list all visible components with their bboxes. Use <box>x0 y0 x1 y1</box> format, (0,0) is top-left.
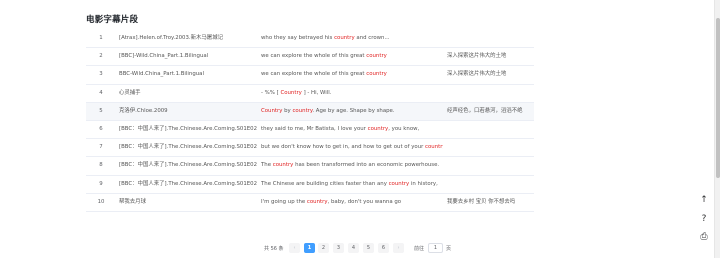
subtitle-text: , baby, don't you wanna go <box>327 198 402 205</box>
film-title: 帮我去月球 <box>119 198 146 205</box>
scrollbar-thumb[interactable] <box>716 18 720 178</box>
keyword-highlight: Country <box>280 89 302 96</box>
subtitle-chinese <box>447 30 533 47</box>
subtitle-chinese <box>447 121 533 138</box>
goto-page-input[interactable]: 1 <box>428 243 443 253</box>
subtitle-text: , you know, <box>388 125 420 132</box>
subtitle-english: The country has been transformed into an… <box>261 157 443 174</box>
film-title: 心灵捕手 <box>119 89 141 96</box>
subtitle-table: 1 [Atrax].Helen.of.Troy.2003.新木马屠城记 who th… <box>86 30 534 212</box>
pagination-total: 共 56 条 <box>264 246 284 252</box>
table-row[interactable]: 6 [BBC：中国人来了].The.Chinese.Are.Coming.S01E… <box>86 121 534 140</box>
subtitle-chinese <box>447 139 533 156</box>
subtitle-english: The Chinese are building cities faster t… <box>261 176 443 193</box>
table-row[interactable]: 2 [BBC]-Wild.China_Part.1.Bilingual we can… <box>86 48 534 67</box>
row-number: 5 <box>99 107 103 114</box>
film-title: [BBC：中国人来了].The.Chinese.Are.Coming.S01E0… <box>119 180 257 187</box>
subtitle-text: by <box>282 107 293 114</box>
page-button-2[interactable]: 2 <box>318 243 329 253</box>
subtitle-text: The <box>261 162 273 169</box>
subtitle-english: Country by country. Age by age. Shape by… <box>261 103 443 120</box>
page-button-5[interactable]: 5 <box>363 243 374 253</box>
table-row[interactable]: 3 BBC-Wild.China_Part.1.Bilingual we can e… <box>86 66 534 85</box>
subtitle-text: and crown... <box>354 35 390 41</box>
film-title: [BBC：中国人来了].The.Chinese.Are.Coming.S01E0… <box>119 162 257 169</box>
page-button-4[interactable]: 4 <box>348 243 359 253</box>
row-number: 2 <box>99 53 103 60</box>
keyword-highlight: country <box>388 180 410 187</box>
back-to-top-icon[interactable]: ↑ <box>697 193 711 207</box>
page-scrollbar[interactable] <box>714 0 720 258</box>
keyword-highlight: country <box>306 198 328 205</box>
subtitle-english: I'm going up the country, baby, don't yo… <box>261 194 443 211</box>
subtitle-text: I'm going up the <box>261 198 307 205</box>
subtitle-text: in history, <box>409 180 438 187</box>
row-number: 6 <box>99 125 103 132</box>
row-number: 4 <box>99 89 103 96</box>
subtitle-english: who they say betrayed his country and cr… <box>261 30 443 47</box>
subtitle-chinese <box>447 85 533 102</box>
page-title: 电影字幕片段 <box>86 15 139 25</box>
row-number: 3 <box>99 71 103 78</box>
film-title: [Atrax].Helen.of.Troy.2003.新木马屠城记 <box>119 35 223 41</box>
subtitle-english: they said to me, Mr Batista, I love your… <box>261 121 443 138</box>
subtitle-chinese: 我要去乡村 宝贝 你不想去吗 <box>447 198 516 205</box>
film-title: [BBC：中国人来了].The.Chinese.Are.Coming.S01E0… <box>119 125 257 132</box>
help-icon[interactable]: ? <box>697 212 711 226</box>
keyword-highlight: country <box>366 71 387 78</box>
print-icon[interactable]: ⎙ <box>697 230 711 244</box>
table-row[interactable]: 9 [BBC：中国人来了].The.Chinese.Are.Coming.S01E… <box>86 176 534 194</box>
subtitle-chinese: 深入探索这片伟大的土地 <box>447 53 507 60</box>
table-row[interactable]: 10 帮我去月球 I'm going up the country, baby, d… <box>86 194 534 212</box>
table-row[interactable]: 7 [BBC：中国人来了].The.Chinese.Are.Coming.S01E… <box>86 139 534 158</box>
subtitle-english: - %% [ Country ] - Hi, Will. <box>261 85 443 102</box>
table-row[interactable]: 8 [BBC：中国人来了].The.Chinese.Are.Coming.S01E… <box>86 157 534 176</box>
subtitle-text: ] - Hi, Will. <box>301 89 332 96</box>
page-button-1[interactable]: 1 <box>304 243 315 253</box>
keyword-highlight: country <box>334 35 355 41</box>
subtitle-text: they said to me, Mr Batista, I love your <box>261 125 368 132</box>
next-page-button[interactable]: › <box>393 243 404 253</box>
row-number: 10 <box>97 198 105 205</box>
row-number: 9 <box>99 180 103 187</box>
row-number: 8 <box>99 162 103 169</box>
table-row[interactable]: 1 [Atrax].Helen.of.Troy.2003.新木马屠城记 who th… <box>86 30 534 49</box>
row-number: 7 <box>99 144 103 151</box>
subtitle-text: but we don't know how to get in, and how… <box>261 144 426 151</box>
subtitle-chinese: 深入探索这片伟大的土地 <box>447 71 507 78</box>
goto-label: 前往 <box>414 246 425 252</box>
keyword-highlight: country <box>366 53 387 60</box>
film-title: [BBC：中国人来了].The.Chinese.Are.Coming.S01E0… <box>119 144 257 151</box>
goto-unit: 页 <box>446 246 452 252</box>
subtitle-chinese <box>447 157 533 174</box>
subtitle-text: . Age by age. Shape by shape. <box>312 107 395 114</box>
subtitle-english: but we don't know how to get in, and how… <box>261 139 443 156</box>
film-title: BBC-Wild.China_Part.1.Bilingual <box>119 71 204 78</box>
keyword-highlight: Country <box>261 107 283 114</box>
pagination: 共 56 条 ‹ 1 2 3 4 5 6 › 前往 1 页 <box>0 243 720 253</box>
page-button-6[interactable]: 6 <box>378 243 389 253</box>
subtitle-chinese: 经声经色，口若悬河，滔滔不绝 <box>447 107 523 114</box>
subtitle-english: we can explore the whole of this great c… <box>261 48 443 65</box>
film-title: 克洛伊.Chloe.2009 <box>119 107 168 114</box>
subtitle-text: - %% [ <box>261 89 281 96</box>
row-number: 1 <box>99 35 103 41</box>
prev-page-button[interactable]: ‹ <box>289 243 300 253</box>
keyword-highlight: country <box>292 107 313 114</box>
keyword-highlight: country <box>272 162 294 169</box>
subtitle-text: The Chinese are building cities faster t… <box>261 180 389 187</box>
subtitle-text: who they say betrayed his <box>261 35 335 41</box>
film-title: [BBC]-Wild.China_Part.1.Bilingual <box>119 53 209 60</box>
subtitle-chinese <box>447 176 533 193</box>
subtitle-text: we can explore the whole of this great <box>261 53 367 60</box>
table-row[interactable]: 5 克洛伊.Chloe.2009 Country by country. Age b… <box>86 102 534 121</box>
table-row[interactable]: 4 心灵捕手 - %% [ Country ] - Hi, Will. <box>86 85 534 103</box>
keyword-highlight: country <box>425 144 443 151</box>
subtitle-text: has been transformed into an economic po… <box>293 162 440 169</box>
page-button-3[interactable]: 3 <box>333 243 344 253</box>
keyword-highlight: country <box>367 125 389 132</box>
subtitle-text: we can explore the whole of this great <box>261 71 367 78</box>
subtitle-english: we can explore the whole of this great c… <box>261 66 443 83</box>
